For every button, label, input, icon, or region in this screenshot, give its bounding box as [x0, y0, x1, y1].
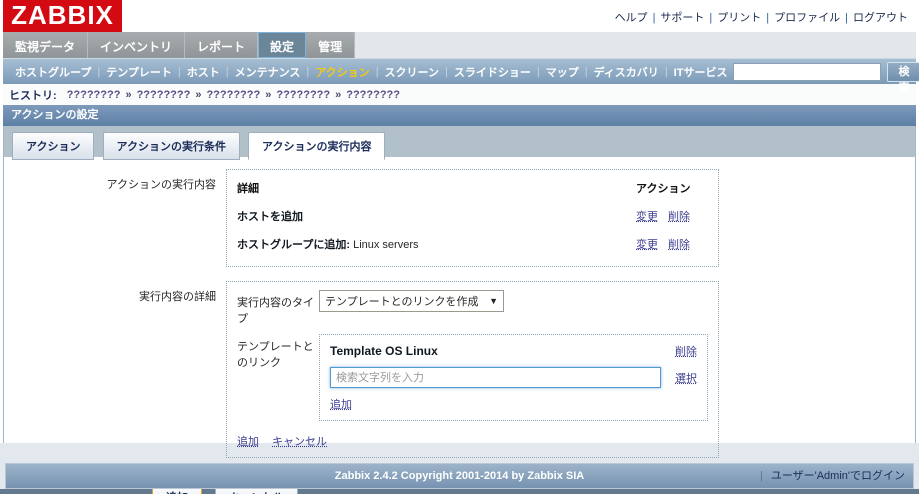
history-label: ヒストリ: — [9, 87, 57, 103]
operation-cancel-link[interactable]: キャンセル — [272, 436, 327, 448]
profile-link[interactable]: プロファイル — [774, 12, 840, 24]
operation-name: ホストグループに追加: — [237, 239, 350, 251]
support-link[interactable]: サポート — [660, 12, 704, 24]
operation-details-box: 実行内容のタイプ テンプレートとのリンクを作成 ▼ テンプレートとのリンク Te… — [226, 281, 719, 458]
subnav-templates[interactable]: テンプレート — [100, 64, 178, 80]
tab-strip: アクション アクションの実行条件 アクションの実行内容 — [4, 126, 915, 157]
subnav-maps[interactable]: マップ — [540, 64, 585, 80]
add-template-link[interactable]: 追加 — [330, 399, 352, 411]
column-action: アクション — [636, 178, 708, 202]
template-link-label: テンプレートとのリンク — [237, 334, 319, 421]
template-add-row: 追加 — [330, 396, 697, 412]
history-link[interactable]: ???????? — [276, 89, 330, 101]
template-link-field: テンプレートとのリンク Template OS Linux 削除 選択 — [237, 334, 708, 421]
tab-action[interactable]: アクション — [12, 132, 94, 160]
operations-row: アクションの実行内容 詳細 アクション ホストを追加 変更削除 ホストグループに… — [4, 169, 915, 267]
logged-in-user: | ユーザー'Admin'でログイン — [760, 464, 905, 488]
column-details: 詳細 — [237, 178, 636, 202]
operations-box: 詳細 アクション ホストを追加 変更削除 ホストグループに追加: Linux s… — [226, 169, 719, 267]
remove-template-link[interactable]: 削除 — [675, 343, 697, 359]
nav-inventory[interactable]: インベントリ — [88, 32, 185, 58]
window-bottom-edge — [0, 489, 919, 494]
history-separator: » — [190, 89, 206, 101]
operation-detail-actions: 追加 キャンセル — [237, 433, 708, 449]
history-separator: » — [120, 89, 136, 101]
top-bar: ZABBIX ヘルプ|サポート|プリント|プロファイル|ログアウト — [3, 0, 916, 32]
operations-label: アクションの実行内容 — [4, 169, 226, 267]
template-link-box: Template OS Linux 削除 選択 追加 — [319, 334, 708, 421]
zabbix-logo[interactable]: ZABBIX — [3, 0, 122, 32]
top-links: ヘルプ|サポート|プリント|プロファイル|ログアウト — [615, 9, 908, 25]
history-separator: » — [330, 89, 346, 101]
operation-type-field: 実行内容のタイプ テンプレートとのリンクを作成 ▼ — [237, 290, 708, 326]
subnav-it-services[interactable]: ITサービス — [668, 64, 734, 80]
main-nav-tabs: 監視データ インベントリ レポート 設定 管理 — [3, 32, 355, 58]
tab-conditions[interactable]: アクションの実行条件 — [103, 132, 240, 160]
operations-table: 詳細 アクション ホストを追加 変更削除 ホストグループに追加: Linux s… — [237, 178, 708, 258]
action-config-panel: アクション アクションの実行条件 アクションの実行内容 アクションの実行内容 詳… — [3, 126, 916, 443]
history-separator: » — [260, 89, 276, 101]
nav-configuration[interactable]: 設定 — [258, 32, 306, 58]
top-link-separator: | — [761, 12, 774, 24]
zabbix-page: ZABBIX ヘルプ|サポート|プリント|プロファイル|ログアウト 監視データ … — [0, 0, 919, 494]
top-link-separator: | — [704, 12, 717, 24]
user-text: ユーザー'Admin'でログイン — [771, 470, 905, 482]
operation-details-label: 実行内容の詳細 — [4, 281, 226, 458]
subnav-discovery[interactable]: ディスカバリ — [588, 64, 665, 80]
top-link-separator: | — [648, 12, 661, 24]
delete-link[interactable]: 削除 — [668, 239, 690, 251]
help-link[interactable]: ヘルプ — [615, 12, 648, 24]
tab-operations[interactable]: アクションの実行内容 — [248, 132, 385, 160]
template-search-row: 選択 — [330, 367, 697, 388]
select-template-link[interactable]: 選択 — [675, 370, 697, 386]
copyright-text: Zabbix 2.4.2 Copyright 2001-2014 by Zabb… — [335, 470, 584, 482]
logout-link[interactable]: ログアウト — [853, 12, 908, 24]
nav-reports[interactable]: レポート — [185, 32, 258, 58]
nav-administration[interactable]: 管理 — [306, 32, 355, 58]
chevron-down-icon: ▼ — [489, 296, 498, 306]
operation-details-row: 実行内容の詳細 実行内容のタイプ テンプレートとのリンクを作成 ▼ テンプレート… — [4, 281, 915, 458]
table-row: ホストを追加 変更削除 — [237, 202, 708, 230]
operation-add-link[interactable]: 追加 — [237, 436, 259, 448]
subnav-host-groups[interactable]: ホストグループ — [9, 64, 97, 80]
subnav-hosts[interactable]: ホスト — [181, 64, 226, 80]
edit-link[interactable]: 変更 — [636, 239, 658, 251]
page-title: アクションの設定 — [3, 105, 916, 126]
template-entry: Template OS Linux 削除 — [330, 343, 697, 359]
footer-bar: Zabbix 2.4.2 Copyright 2001-2014 by Zabb… — [5, 463, 914, 489]
history-row: ヒストリ: ????????» ????????» ????????» ????… — [3, 84, 916, 105]
top-link-separator: | — [840, 12, 853, 24]
search-button[interactable]: 検索 — [887, 62, 919, 82]
edit-link[interactable]: 変更 — [636, 211, 658, 223]
template-search-input[interactable] — [330, 367, 661, 388]
table-row: ホストグループに追加: Linux servers 変更削除 — [237, 230, 708, 258]
template-name: Template OS Linux — [330, 344, 675, 358]
selected-option: テンプレートとのリンクを作成 — [325, 293, 485, 309]
footer-wrap: Zabbix 2.4.2 Copyright 2001-2014 by Zabb… — [0, 463, 919, 489]
subnav-actions[interactable]: アクション — [309, 64, 375, 80]
history-link[interactable]: ???????? — [67, 89, 121, 101]
subnav-screens[interactable]: スクリーン — [379, 64, 445, 80]
sub-nav: ホストグループ| テンプレート| ホスト| メンテナンス| アクション| スクリ… — [3, 58, 916, 84]
global-search-input[interactable] — [733, 63, 881, 81]
history-link[interactable]: ???????? — [346, 89, 400, 101]
delete-link[interactable]: 削除 — [668, 211, 690, 223]
nav-monitoring[interactable]: 監視データ — [3, 32, 88, 58]
print-link[interactable]: プリント — [717, 12, 761, 24]
operation-type-select[interactable]: テンプレートとのリンクを作成 ▼ — [319, 290, 504, 312]
subnav-maintenance[interactable]: メンテナンス — [229, 64, 307, 80]
operation-type-label: 実行内容のタイプ — [237, 290, 319, 326]
operation-name: ホストを追加 — [237, 211, 303, 223]
main-nav: 監視データ インベントリ レポート 設定 管理 — [3, 32, 916, 58]
footer-separator: | — [760, 470, 763, 482]
operation-value: Linux servers — [353, 239, 418, 251]
subnav-slideshows[interactable]: スライドショー — [448, 64, 537, 80]
history-link[interactable]: ???????? — [137, 89, 191, 101]
history-link[interactable]: ???????? — [206, 89, 260, 101]
